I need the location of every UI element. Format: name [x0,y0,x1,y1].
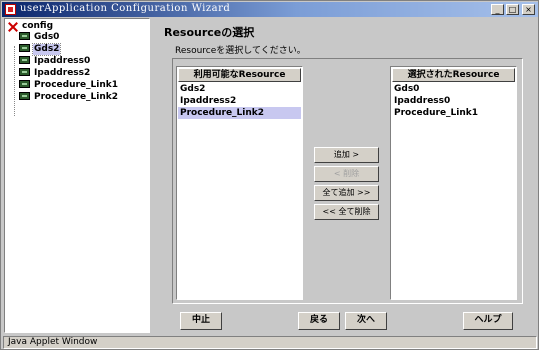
selected-list-body[interactable]: Gds0 Ipaddress0 Procedure_Link1 [392,83,515,298]
java-app-icon [5,4,16,15]
selected-resource-list[interactable]: 選択されたResource Gds0 Ipaddress0 Procedure_… [390,66,517,300]
tree-item-label: Gds0 [34,32,60,42]
available-list-header: 利用可能なResource [178,68,301,82]
help-button[interactable]: ヘルプ [463,312,513,330]
tree-item-label: Procedure_Link1 [34,80,119,90]
tree-item-label: Gds2 [31,43,62,56]
tree-root-config[interactable]: config [7,21,54,32]
tree-item-procedure-link1[interactable]: Procedure_Link1 [19,80,119,91]
back-button[interactable]: 戻る [298,312,340,330]
available-resource-list[interactable]: 利用可能なResource Gds2 Ipaddress2 Procedure_… [176,66,303,300]
window-title: userApplication Configuration Wizard [20,3,231,14]
available-list-body[interactable]: Gds2 Ipaddress2 Procedure_Link2 [178,83,301,298]
config-error-icon [8,22,18,32]
status-bar: Java Applet Window [3,336,537,349]
selected-list-header: 選択されたResource [392,68,515,82]
resource-tree[interactable]: config Gds0 Gds2 Ipaddress0 Ipaddress2 P… [4,18,150,333]
title-bar[interactable]: userApplication Configuration Wizard _ □… [2,2,538,17]
maximize-button[interactable]: □ [506,4,519,15]
wizard-window: userApplication Configuration Wizard _ □… [0,0,539,350]
add-button[interactable]: 追加 > [314,147,379,163]
tree-item-label: Ipaddress2 [34,68,91,78]
tree-connector [14,46,15,116]
remove-button[interactable]: < 削除 [314,166,379,182]
instruction-text: Resourceを選択してください。 [175,46,306,56]
page-title: Resourceの選択 [164,26,255,39]
tree-root-label: config [22,21,54,31]
resource-icon [19,44,30,52]
list-item[interactable]: Procedure_Link2 [178,107,301,119]
resource-icon [19,68,30,76]
list-item[interactable]: Ipaddress0 [392,95,515,107]
list-item[interactable]: Gds0 [392,83,515,95]
resource-icon [19,92,30,100]
tree-item-ipaddress0[interactable]: Ipaddress0 [19,56,91,67]
minimize-button[interactable]: _ [491,4,504,15]
tree-item-label: Procedure_Link2 [34,92,119,102]
resource-icon [19,80,30,88]
remove-all-button[interactable]: << 全て削除 [314,204,379,220]
add-all-button[interactable]: 全て追加 >> [314,185,379,201]
list-item[interactable]: Procedure_Link1 [392,107,515,119]
tree-item-gds2[interactable]: Gds2 [19,43,62,56]
list-item[interactable]: Ipaddress2 [178,95,301,107]
tree-item-ipaddress2[interactable]: Ipaddress2 [19,68,91,79]
cancel-button[interactable]: 中止 [180,312,222,330]
tree-item-label: Ipaddress0 [34,56,91,66]
close-button[interactable]: × [522,4,535,15]
list-item[interactable]: Gds2 [178,83,301,95]
tree-item-procedure-link2[interactable]: Procedure_Link2 [19,92,119,103]
next-button[interactable]: 次へ [345,312,387,330]
tree-item-gds0[interactable]: Gds0 [19,32,60,43]
resource-icon [19,56,30,64]
resource-icon [19,32,30,40]
